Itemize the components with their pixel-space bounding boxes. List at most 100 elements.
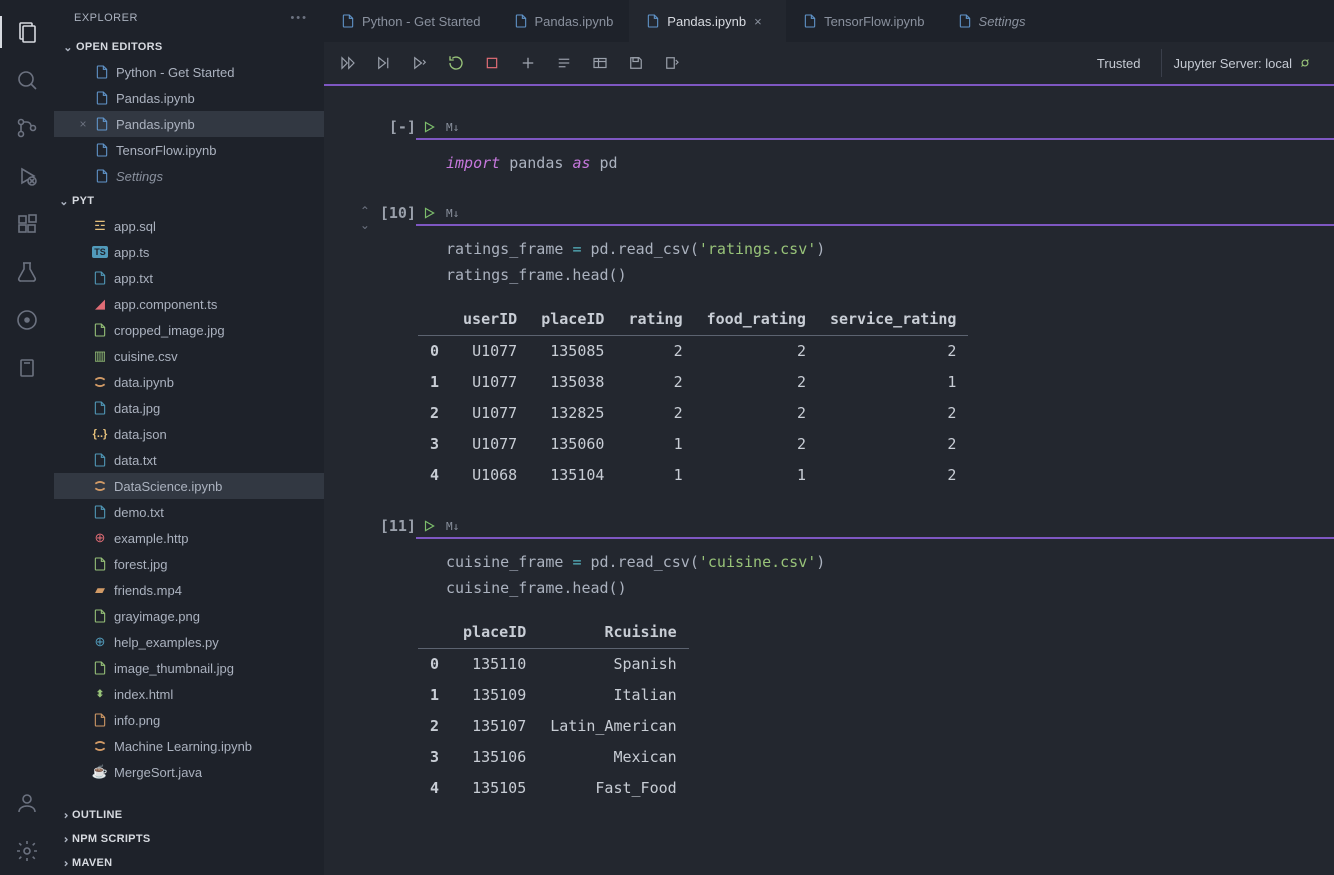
tab-label: Pandas.ipynb (667, 14, 746, 29)
file-item[interactable]: Machine Learning.ipynb (54, 733, 324, 759)
file-label: image_thumbnail.jpg (114, 661, 234, 676)
markdown-toggle[interactable]: M↓ (446, 520, 459, 533)
file-item[interactable]: ☲ app.sql (54, 213, 324, 239)
file-type-icon: ▰ (90, 581, 110, 599)
file-item[interactable]: ◢ app.component.ts (54, 291, 324, 317)
source-control-icon[interactable] (0, 104, 54, 152)
npm-scripts-header[interactable]: ⌄ NPM SCRIPTS (54, 827, 324, 851)
file-type-icon: ☲ (90, 217, 110, 235)
open-editor-item[interactable]: Python - Get Started (54, 59, 324, 85)
run-cell-icon[interactable] (422, 120, 436, 134)
jupyter-server-status[interactable]: Jupyter Server: local (1161, 49, 1325, 77)
run-above-icon[interactable] (370, 49, 398, 77)
file-label: demo.txt (114, 505, 164, 520)
file-type-icon (90, 737, 110, 755)
accounts-icon[interactable] (0, 779, 54, 827)
file-item[interactable]: grayimage.png (54, 603, 324, 629)
save-icon[interactable] (622, 49, 650, 77)
editor-tab[interactable]: Python - Get Started (324, 0, 497, 42)
file-item[interactable]: app.txt (54, 265, 324, 291)
export-icon[interactable] (658, 49, 686, 77)
run-cell-icon[interactable] (422, 519, 436, 533)
file-icon (645, 13, 661, 29)
file-item[interactable]: info.png (54, 707, 324, 733)
file-label: grayimage.png (114, 609, 200, 624)
markdown-toggle[interactable]: M↓ (446, 207, 459, 220)
clear-outputs-icon[interactable] (550, 49, 578, 77)
notebook[interactable]: [-] M↓ import pandas as pd ⌃⌄ [10] M↓ (324, 86, 1334, 875)
markdown-toggle[interactable]: M↓ (446, 121, 459, 134)
open-editors-header[interactable]: ⌄ OPEN EDITORS (54, 35, 324, 59)
file-icon (340, 13, 356, 29)
cell-code[interactable]: cuisine_frame = pd.read_csv('cuisine.csv… (416, 539, 1334, 607)
file-item[interactable]: DataScience.ipynb (54, 473, 324, 499)
search-icon[interactable] (0, 56, 54, 104)
sidebar: EXPLORER ••• ⌄ OPEN EDITORS Python - Get… (54, 0, 324, 875)
run-below-icon[interactable] (406, 49, 434, 77)
file-item[interactable]: ⊕ example.http (54, 525, 324, 551)
file-item[interactable]: ▥ cuisine.csv (54, 343, 324, 369)
file-label: app.sql (114, 219, 156, 234)
file-icon (92, 167, 112, 185)
notebook-cell[interactable]: [-] M↓ import pandas as pd (324, 116, 1334, 182)
editor-tab[interactable]: Pandas.ipynb × (629, 0, 786, 42)
folder-header[interactable]: ⌄ PYT (54, 189, 324, 213)
explorer-icon[interactable] (0, 8, 54, 56)
add-cell-icon[interactable] (514, 49, 542, 77)
trusted-status[interactable]: Trusted (1085, 49, 1153, 77)
close-icon[interactable]: × (754, 14, 770, 29)
cell-code[interactable]: import pandas as pd (416, 140, 1334, 182)
run-debug-icon[interactable] (0, 152, 54, 200)
file-item[interactable]: ☕ MergeSort.java (54, 759, 324, 785)
jupyter-icon[interactable] (0, 296, 54, 344)
settings-gear-icon[interactable] (0, 827, 54, 875)
open-editor-item[interactable]: Settings (54, 163, 324, 189)
file-item[interactable]: demo.txt (54, 499, 324, 525)
cell-gutter: ⌃⌄ [10] (324, 202, 416, 495)
more-icon[interactable]: ••• (290, 12, 308, 24)
close-icon[interactable]: × (74, 117, 92, 131)
notebook-cell[interactable]: [11] M↓ cuisine_frame = pd.read_csv('cui… (324, 515, 1334, 808)
file-item[interactable]: ⊕ help_examples.py (54, 629, 324, 655)
file-item[interactable]: {..} data.json (54, 421, 324, 447)
file-item[interactable]: data.jpg (54, 395, 324, 421)
cell-code[interactable]: ratings_frame = pd.read_csv('ratings.csv… (416, 226, 1334, 294)
cell-move-controls[interactable]: ⌃⌄ (360, 204, 370, 495)
maven-header[interactable]: ⌄ MAVEN (54, 851, 324, 875)
extensions-icon[interactable] (0, 200, 54, 248)
npm-scripts-label: NPM SCRIPTS (72, 833, 150, 845)
outline-header[interactable]: ⌄ OUTLINE (54, 803, 324, 827)
notebook-cell[interactable]: ⌃⌄ [10] M↓ ratings_frame = pd.read_csv('… (324, 202, 1334, 495)
testing-icon[interactable] (0, 248, 54, 296)
editor-tab[interactable]: Pandas.ipynb (497, 0, 630, 42)
bookmarks-icon[interactable] (0, 344, 54, 392)
file-item[interactable]: TS app.ts (54, 239, 324, 265)
file-item[interactable]: forest.jpg (54, 551, 324, 577)
file-item[interactable]: cropped_image.jpg (54, 317, 324, 343)
editor-tab[interactable]: Settings (941, 0, 1042, 42)
file-label: Machine Learning.ipynb (114, 739, 252, 754)
file-item[interactable]: data.ipynb (54, 369, 324, 395)
open-editor-item[interactable]: Pandas.ipynb (54, 85, 324, 111)
run-cell-icon[interactable] (422, 206, 436, 220)
file-icon (92, 141, 112, 159)
file-label: cropped_image.jpg (114, 323, 225, 338)
restart-kernel-icon[interactable] (442, 49, 470, 77)
file-item[interactable]: data.txt (54, 447, 324, 473)
cell-toolbar: M↓ (416, 202, 1334, 226)
open-editor-item[interactable]: TensorFlow.ipynb (54, 137, 324, 163)
file-item[interactable]: ▰ friends.mp4 (54, 577, 324, 603)
file-item[interactable]: ⬍ index.html (54, 681, 324, 707)
file-item[interactable]: image_thumbnail.jpg (54, 655, 324, 681)
interrupt-kernel-icon[interactable] (478, 49, 506, 77)
file-label: data.txt (114, 453, 157, 468)
file-type-icon (90, 269, 110, 287)
file-type-icon: ⬍ (90, 685, 110, 703)
file-type-icon (90, 607, 110, 625)
file-type-icon (90, 373, 110, 391)
server-label: Jupyter Server: local (1174, 56, 1293, 71)
editor-tab[interactable]: TensorFlow.ipynb (786, 0, 940, 42)
run-all-icon[interactable] (334, 49, 362, 77)
variables-icon[interactable] (586, 49, 614, 77)
open-editor-item[interactable]: × Pandas.ipynb (54, 111, 324, 137)
